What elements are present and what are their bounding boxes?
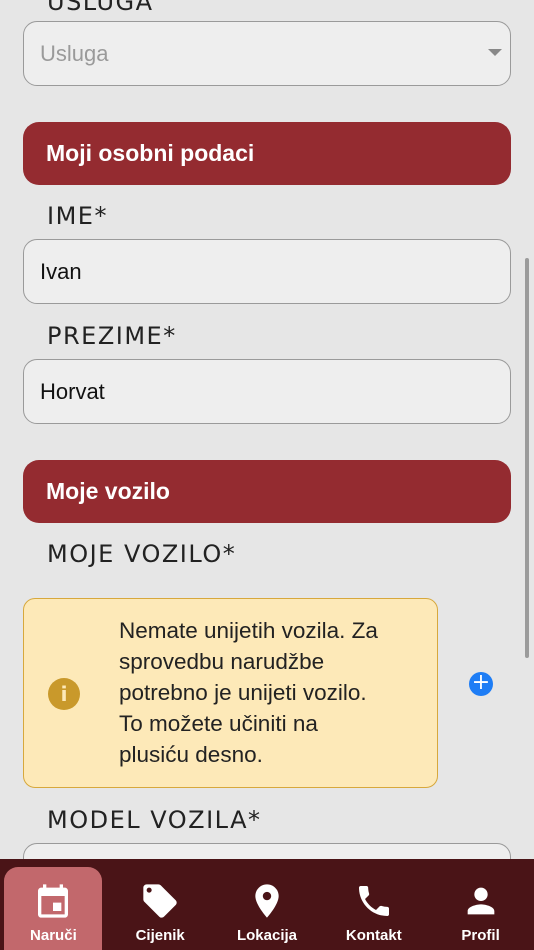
nav-item-cijenik[interactable]: Cijenik [107,859,214,950]
nav-item-profil[interactable]: Profil [427,859,534,950]
phone-icon [352,879,396,923]
last-name-field[interactable]: Horvat [23,359,511,424]
nav-label: Cijenik [135,927,185,944]
nav-label: Lokacija [236,927,297,944]
service-label: USLUGA [47,0,154,16]
scrollbar[interactable] [525,258,529,658]
first-name-field[interactable]: Ivan [23,239,511,304]
last-name-label: PREZIME* [47,322,177,350]
last-name-value: Horvat [40,378,105,404]
location-pin-icon [245,879,289,923]
chevron-down-icon [488,49,502,56]
bottom-nav: Naruči Cijenik Lokacija Kontakt Profil [0,859,534,950]
calendar-icon [31,879,75,923]
first-name-value: Ivan [40,258,82,284]
section-vehicle-header: Moje vozilo [23,460,511,523]
notice-line: Nemate unijetih vozila. Za [119,618,378,643]
nav-item-naruci[interactable]: Naruči [0,859,107,950]
notice-line: sprovedbu narudžbe [119,649,325,674]
nav-label: Profil [461,927,500,944]
nav-label: Naruči [30,927,77,944]
notice-line: To možete učiniti na [119,711,318,736]
section-personal-header: Moji osobni podaci [23,122,511,185]
no-vehicle-notice: i Nemate unijetih vozila. Za sprovedbu n… [23,598,438,788]
service-select[interactable]: Usluga [23,21,511,86]
nav-item-lokacija[interactable]: Lokacija [214,859,321,950]
notice-line: plusiću desno. [119,742,263,767]
first-name-label: IME* [47,202,108,230]
person-icon [459,879,503,923]
model-label: MODEL VOZILA* [47,806,262,834]
vehicle-label: MOJE VOZILO* [47,540,237,568]
service-placeholder: Usluga [40,40,109,66]
notice-text: Nemate unijetih vozila. Za sprovedbu nar… [119,615,419,770]
info-icon: i [48,678,80,710]
nav-item-kontakt[interactable]: Kontakt [320,859,427,950]
notice-line: potrebno je unijeti vozilo. [119,680,367,705]
tag-icon [138,879,182,923]
nav-label: Kontakt [345,927,402,944]
add-vehicle-plus-icon[interactable]: + [469,672,493,696]
